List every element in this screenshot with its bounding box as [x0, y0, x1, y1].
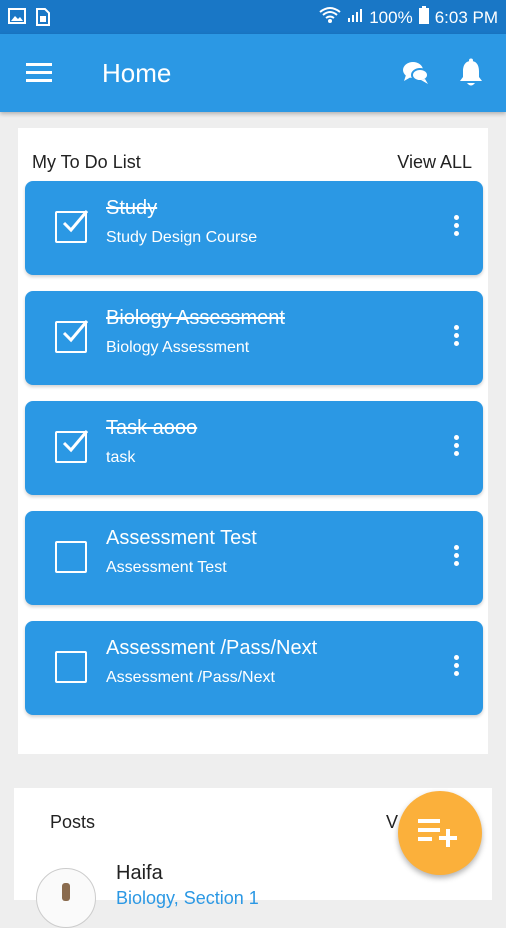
more-vert-icon[interactable] [454, 215, 459, 239]
todo-title: Assessment Test [106, 527, 257, 549]
todo-item[interactable]: Study Study Design Course [25, 181, 483, 275]
todo-item[interactable]: Biology Assessment Biology Assessment [25, 291, 483, 385]
signal-icon [347, 7, 363, 28]
clock: 6:03 PM [434, 7, 498, 27]
bell-icon[interactable] [458, 58, 484, 93]
todo-panel: My To Do List View ALL Study Study Desig… [18, 128, 488, 754]
posts-heading: Posts [50, 812, 96, 832]
todo-title: Assessment /Pass/Next [106, 637, 318, 659]
wifi-icon [319, 6, 341, 29]
view-all-link[interactable]: View ALL [397, 152, 472, 173]
todo-subtitle: Biology Assessment [106, 339, 250, 356]
todo-title: Study [106, 197, 158, 219]
todo-title: Task aooo [106, 417, 198, 439]
more-vert-icon[interactable] [454, 655, 459, 679]
todo-item[interactable]: Assessment /Pass/Next Assessment /Pass/N… [25, 621, 483, 715]
todo-heading: My To Do List [32, 152, 141, 172]
checkbox-empty-icon[interactable] [55, 651, 87, 683]
avatar-figure [62, 883, 70, 901]
battery-icon [418, 6, 429, 29]
todo-subtitle: Assessment /Pass/Next [106, 669, 275, 686]
page-title: Home [102, 58, 172, 88]
add-task-fab[interactable] [398, 791, 482, 875]
checkbox-empty-icon[interactable] [55, 541, 87, 573]
checkbox-checked-icon[interactable] [55, 430, 89, 463]
more-vert-icon[interactable] [454, 435, 459, 459]
checkbox-checked-icon[interactable] [55, 320, 89, 353]
todo-subtitle: Assessment Test [106, 559, 227, 576]
todo-subtitle: Study Design Course [106, 229, 258, 246]
more-vert-icon[interactable] [454, 325, 459, 349]
post-author[interactable]: Haifa [116, 862, 163, 885]
todo-item[interactable]: Assessment Test Assessment Test [25, 511, 483, 605]
gallery-icon [8, 8, 26, 31]
status-bar: 100% 6:03 PM [0, 0, 506, 34]
menu-icon[interactable] [26, 62, 54, 89]
app-bar: Home [0, 34, 506, 112]
sim-icon [36, 8, 50, 31]
post-subtitle[interactable]: Biology, Section 1 [116, 888, 259, 909]
chat-icon[interactable] [402, 60, 430, 91]
avatar[interactable] [36, 868, 96, 928]
more-vert-icon[interactable] [454, 545, 459, 569]
todo-title: Biology Assessment [106, 307, 285, 329]
todo-subtitle: task [106, 449, 136, 466]
battery-percent: 100% [369, 7, 413, 27]
todo-item[interactable]: Task aooo task [25, 401, 483, 495]
checkbox-checked-icon[interactable] [55, 210, 89, 243]
